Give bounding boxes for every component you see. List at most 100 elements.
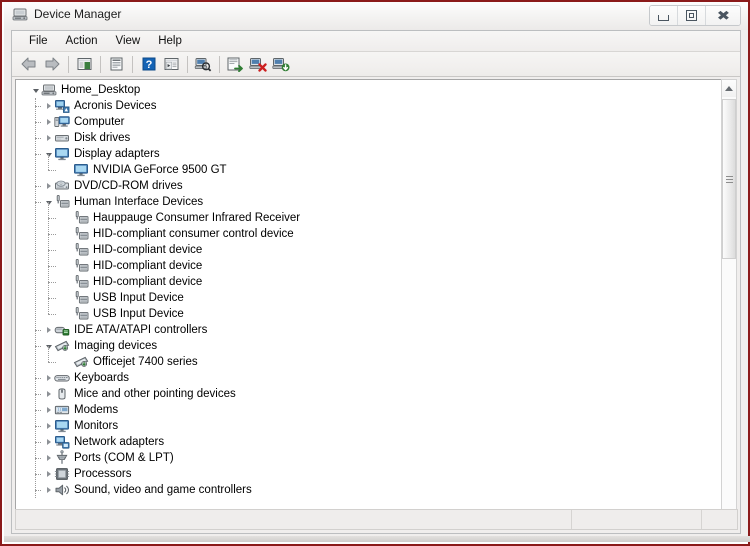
expand-arrow-icon[interactable]: [43, 482, 54, 498]
hid-icon: [73, 226, 89, 242]
tree-item-label: Human Interface Devices: [74, 196, 204, 208]
tree-connector-elbow: [48, 298, 56, 299]
console-tree-button[interactable]: [73, 54, 95, 75]
tree-connector-elbow: [35, 394, 41, 395]
expand-arrow-icon[interactable]: [43, 450, 54, 466]
status-panel-2: [572, 510, 702, 529]
tree-item[interactable]: Modems: [16, 402, 706, 418]
sound-controller-icon: [54, 482, 70, 498]
expand-arrow-icon[interactable]: [43, 386, 54, 402]
tree-item[interactable]: Officejet 7400 series: [16, 354, 706, 370]
menu-action[interactable]: Action: [57, 33, 107, 49]
tree-item[interactable]: Disk drives: [16, 130, 706, 146]
menu-view[interactable]: View: [107, 33, 150, 49]
tree-item[interactable]: NVIDIA GeForce 9500 GT: [16, 162, 706, 178]
help-button[interactable]: ?: [137, 54, 159, 75]
action-pane-button[interactable]: [160, 54, 182, 75]
uninstall-device-button[interactable]: [247, 54, 269, 75]
scrollbar-thumb[interactable]: [722, 99, 736, 259]
enable-device-button[interactable]: [270, 54, 292, 75]
properties-button[interactable]: [105, 54, 127, 75]
tree-connector-elbow: [48, 266, 56, 267]
expand-arrow-icon[interactable]: [43, 178, 54, 194]
tree-item[interactable]: HID-compliant device: [16, 274, 706, 290]
tree-connector-elbow: [48, 314, 56, 315]
hid-icon: [54, 194, 70, 210]
expand-arrow-icon[interactable]: [43, 418, 54, 434]
expand-arrow-icon[interactable]: [43, 466, 54, 482]
tree-item[interactable]: Processors: [16, 466, 706, 482]
tree-item[interactable]: USB Input Device: [16, 306, 706, 322]
expand-arrow-icon[interactable]: [43, 402, 54, 418]
tree-item[interactable]: Sound, video and game controllers: [16, 482, 706, 498]
tree-connector-elbow: [35, 458, 41, 459]
tree-item-label: Processors: [74, 468, 132, 480]
tree-item[interactable]: HID-compliant consumer control device: [16, 226, 706, 242]
tree-connector-elbow: [35, 202, 41, 203]
expand-arrow-icon[interactable]: [43, 98, 54, 114]
tree-item-label: Modems: [74, 404, 119, 416]
tree-item-label: Network adapters: [74, 436, 165, 448]
tree-item[interactable]: Display adapters: [16, 146, 706, 162]
tree-item-label: NVIDIA GeForce 9500 GT: [93, 164, 227, 176]
hid-icon: [73, 290, 89, 306]
tree-item-label: Imaging devices: [74, 340, 158, 352]
tree-item[interactable]: Monitors: [16, 418, 706, 434]
tree-connector-elbow: [35, 410, 41, 411]
tree-item[interactable]: Network adapters: [16, 434, 706, 450]
tree-item[interactable]: Imaging devices: [16, 338, 706, 354]
scan-hardware-button[interactable]: [192, 54, 214, 75]
tree-item[interactable]: Ports (COM & LPT): [16, 450, 706, 466]
scrollbar-grip-icon: [725, 175, 733, 183]
tree-item-label: Computer: [74, 116, 125, 128]
uninstall-device-icon: [249, 58, 267, 72]
tree-item-label: Mice and other pointing devices: [74, 388, 236, 400]
maximize-button[interactable]: [678, 6, 706, 25]
tree-item[interactable]: Acronis Devices: [16, 98, 706, 114]
update-driver-button[interactable]: [224, 54, 246, 75]
tree-item-label: USB Input Device: [93, 292, 184, 304]
scroll-up-button[interactable]: [722, 80, 736, 97]
expand-arrow-icon[interactable]: [43, 370, 54, 386]
tree-item[interactable]: HID-compliant device: [16, 258, 706, 274]
expand-arrow-icon[interactable]: [43, 322, 54, 338]
tree-item[interactable]: IDE ATA/ATAPI controllers: [16, 322, 706, 338]
show-hide-console-tree-icon: [77, 58, 91, 70]
vertical-scrollbar[interactable]: [721, 79, 737, 529]
help-icon: ?: [142, 57, 155, 71]
back-button[interactable]: [18, 54, 40, 75]
expand-arrow-icon[interactable]: [43, 434, 54, 450]
forward-button[interactable]: [41, 54, 63, 75]
hid-icon: [73, 306, 89, 322]
close-button[interactable]: ✖: [706, 6, 740, 25]
tree-item[interactable]: DVD/CD-ROM drives: [16, 178, 706, 194]
expand-arrow-icon[interactable]: [43, 130, 54, 146]
title-bar: Device Manager ✖: [4, 2, 748, 30]
status-bar: [15, 509, 738, 530]
tree-item-label: Hauppauge Consumer Infrared Receiver: [93, 212, 301, 224]
tree-item[interactable]: Mice and other pointing devices: [16, 386, 706, 402]
tree-item[interactable]: USB Input Device: [16, 290, 706, 306]
tree-item-label: IDE ATA/ATAPI controllers: [74, 324, 208, 336]
tree-item[interactable]: Human Interface Devices: [16, 194, 706, 210]
menu-file[interactable]: File: [20, 33, 57, 49]
minimize-button[interactable]: [650, 6, 678, 25]
device-tree-pane[interactable]: Home_Desktop Acronis Devices Computer Disk …: [15, 79, 722, 529]
monitor-icon: [54, 418, 70, 434]
tree-item[interactable]: HID-compliant device: [16, 242, 706, 258]
acronis-devices-icon: [54, 98, 70, 114]
tree-item-label: Officejet 7400 series: [93, 356, 198, 368]
tree-item[interactable]: Home_Desktop: [16, 82, 706, 98]
enable-device-icon: [272, 58, 290, 72]
tree-item[interactable]: Computer: [16, 114, 706, 130]
show-hide-action-pane-icon: [164, 58, 178, 70]
toolbar-separator: [187, 55, 188, 73]
tree-item[interactable]: Keyboards: [16, 370, 706, 386]
tree-item[interactable]: Hauppauge Consumer Infrared Receiver: [16, 210, 706, 226]
expand-arrow-icon[interactable]: [43, 114, 54, 130]
collapse-arrow-icon[interactable]: [30, 82, 41, 98]
tree-connector-elbow: [35, 154, 41, 155]
menu-help[interactable]: Help: [149, 33, 191, 49]
